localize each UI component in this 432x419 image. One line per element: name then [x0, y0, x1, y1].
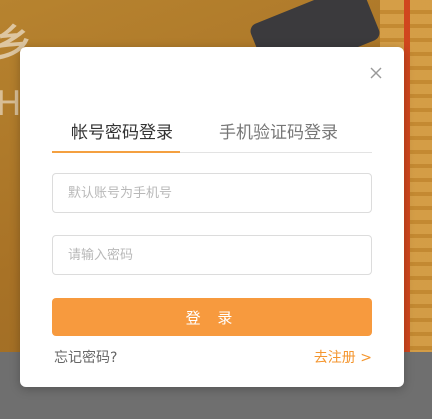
login-modal: 帐号密码登录 手机验证码登录 登 录 忘记密码? 去注册 > [20, 47, 404, 387]
forgot-password-link[interactable]: 忘记密码? [54, 347, 117, 367]
password-input[interactable] [52, 235, 372, 275]
register-link[interactable]: 去注册 > [314, 347, 372, 367]
username-input[interactable] [52, 173, 372, 213]
login-tabs: 帐号密码登录 手机验证码登录 [52, 119, 372, 153]
login-button[interactable]: 登 录 [52, 298, 372, 336]
active-tab-indicator [52, 151, 180, 153]
tab-sms-code-login[interactable]: 手机验证码登录 [219, 119, 338, 153]
tab-account-password-login[interactable]: 帐号密码登录 [71, 119, 173, 153]
background-banner-letter: H [0, 84, 22, 124]
background-illustration-post [404, 0, 410, 352]
close-icon[interactable] [368, 65, 384, 81]
